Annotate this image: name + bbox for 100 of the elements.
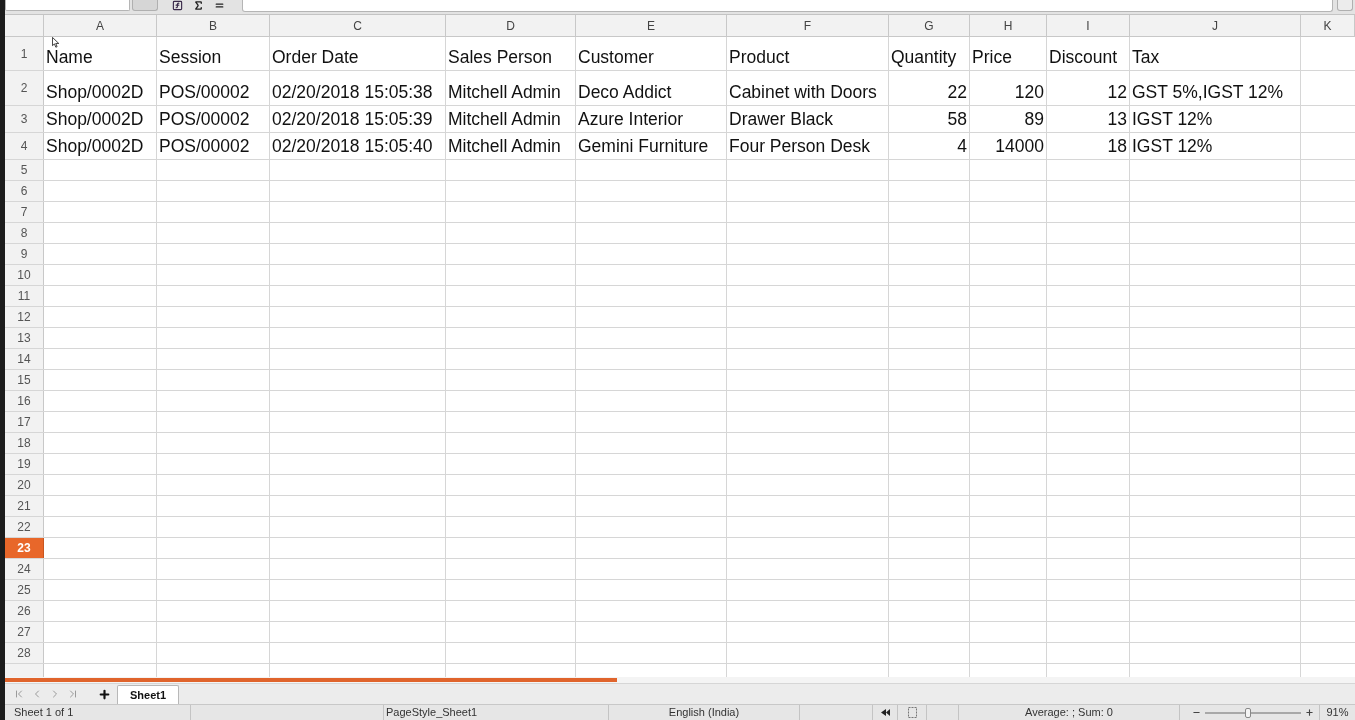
row-header[interactable]: 18: [5, 433, 44, 453]
select-all-corner[interactable]: [5, 15, 44, 37]
table-cell: 4: [957, 137, 967, 155]
function-icon[interactable]: [172, 0, 183, 11]
row-header[interactable]: 26: [5, 601, 44, 621]
table-cell: Shop/0002D: [46, 83, 144, 101]
table-cell: POS/00002: [159, 83, 250, 101]
column-header[interactable]: A: [44, 15, 157, 37]
language[interactable]: English (India): [668, 705, 740, 720]
table-cell: GST 5%,IGST 12%: [1132, 83, 1284, 101]
column-header[interactable]: D: [446, 15, 576, 37]
table-cell: 13: [1107, 110, 1127, 128]
selection-summary: Average: ; Sum: 0: [1025, 705, 1113, 720]
row-header[interactable]: 8: [5, 223, 44, 243]
table-cell: Mitchell Admin: [448, 110, 561, 128]
column-header[interactable]: I: [1047, 15, 1130, 37]
row-header[interactable]: 22: [5, 517, 44, 537]
row-header[interactable]: 12: [5, 307, 44, 327]
table-cell: Azure Interior: [578, 110, 684, 128]
row-header[interactable]: 27: [5, 622, 44, 642]
table-cell: 89: [1024, 110, 1044, 128]
table-cell: 12: [1107, 83, 1127, 101]
sum-icon[interactable]: [193, 0, 204, 11]
table-cell: 14000: [995, 137, 1044, 155]
row-header[interactable]: 25: [5, 580, 44, 600]
row-header[interactable]: 6: [5, 181, 44, 201]
add-sheet-icon[interactable]: [98, 687, 111, 701]
row-header[interactable]: 21: [5, 496, 44, 516]
row-header[interactable]: 2: [5, 71, 44, 105]
row-header[interactable]: 14: [5, 349, 44, 369]
row-header[interactable]: 13: [5, 328, 44, 348]
table-cell: Sales Person: [448, 48, 553, 66]
table-cell: Gemini Furniture: [578, 137, 709, 155]
table-cell: Price: [972, 48, 1012, 66]
table-cell: 120: [1014, 83, 1044, 101]
page-style: PageStyle_Sheet1: [386, 706, 478, 718]
table-cell: IGST 12%: [1132, 110, 1213, 128]
table-cell: Discount: [1049, 48, 1118, 66]
table-cell: Name: [46, 48, 93, 66]
table-cell: Customer: [578, 48, 654, 66]
expand-button[interactable]: [1337, 0, 1353, 11]
row-header[interactable]: 16: [5, 391, 44, 411]
column-header[interactable]: H: [970, 15, 1047, 37]
column-header[interactable]: G: [889, 15, 970, 37]
row-header[interactable]: [5, 664, 44, 677]
row-header[interactable]: 17: [5, 412, 44, 432]
row-header[interactable]: 11: [5, 286, 44, 306]
last-sheet-icon[interactable]: [67, 688, 79, 700]
sheet-tab[interactable]: Sheet1: [117, 685, 180, 704]
table-cell: IGST 12%: [1132, 137, 1213, 155]
column-header[interactable]: F: [727, 15, 889, 37]
dropdown-button[interactable]: [132, 0, 158, 11]
table-cell: Product: [729, 48, 790, 66]
zoom-slider-thumb[interactable]: [1245, 707, 1252, 718]
table-cell: POS/00002: [159, 137, 250, 155]
column-header[interactable]: J: [1130, 15, 1301, 37]
row-header[interactable]: 3: [5, 106, 44, 132]
scrollbar-thumb[interactable]: [5, 678, 617, 682]
table-cell: Mitchell Admin: [448, 83, 561, 101]
table-cell: Tax: [1132, 48, 1160, 66]
zoom-slider[interactable]: [1205, 707, 1301, 718]
column-header[interactable]: K: [1301, 15, 1355, 37]
table-cell: 18: [1107, 137, 1127, 155]
table-cell: Shop/0002D: [46, 137, 144, 155]
row-header[interactable]: 1: [5, 37, 44, 70]
zoom-level[interactable]: 91%: [1326, 705, 1349, 720]
table-cell: 02/20/2018 15:05:39: [272, 110, 433, 128]
table-cell: Quantity: [891, 48, 957, 66]
row-header[interactable]: 7: [5, 202, 44, 222]
row-header[interactable]: 28: [5, 643, 44, 663]
row-header[interactable]: 19: [5, 454, 44, 474]
table-cell: Shop/0002D: [46, 110, 144, 128]
double-arrow-icon[interactable]: [879, 708, 891, 717]
table-cell: 02/20/2018 15:05:40: [272, 137, 433, 155]
table-cell: 22: [947, 83, 967, 101]
table-cell: Mitchell Admin: [448, 137, 561, 155]
row-header[interactable]: 15: [5, 370, 44, 390]
first-sheet-icon[interactable]: [13, 688, 25, 700]
page-icon[interactable]: [907, 707, 917, 718]
row-header[interactable]: 5: [5, 160, 44, 180]
row-header[interactable]: 4: [5, 133, 44, 159]
column-header[interactable]: C: [270, 15, 446, 37]
table-cell: 02/20/2018 15:05:38: [272, 83, 433, 101]
table-cell: Session: [159, 48, 222, 66]
row-header[interactable]: 9: [5, 244, 44, 264]
row-header[interactable]: 10: [5, 265, 44, 285]
equals-icon[interactable]: [214, 0, 225, 11]
table-cell: Drawer Black: [729, 110, 834, 128]
sheet-count: Sheet 1 of 1: [14, 706, 74, 718]
column-header[interactable]: E: [576, 15, 727, 37]
cursor-icon: [52, 37, 60, 48]
row-header[interactable]: 20: [5, 475, 44, 495]
column-header[interactable]: B: [157, 15, 270, 37]
table-cell: POS/00002: [159, 110, 250, 128]
table-cell: Order Date: [272, 48, 359, 66]
row-header[interactable]: 24: [5, 559, 44, 579]
name-box[interactable]: [5, 0, 130, 11]
table-cell: Cabinet with Doors: [729, 83, 877, 101]
zoom-in-icon[interactable]: [1305, 708, 1314, 717]
formula-input[interactable]: [242, 0, 1333, 12]
